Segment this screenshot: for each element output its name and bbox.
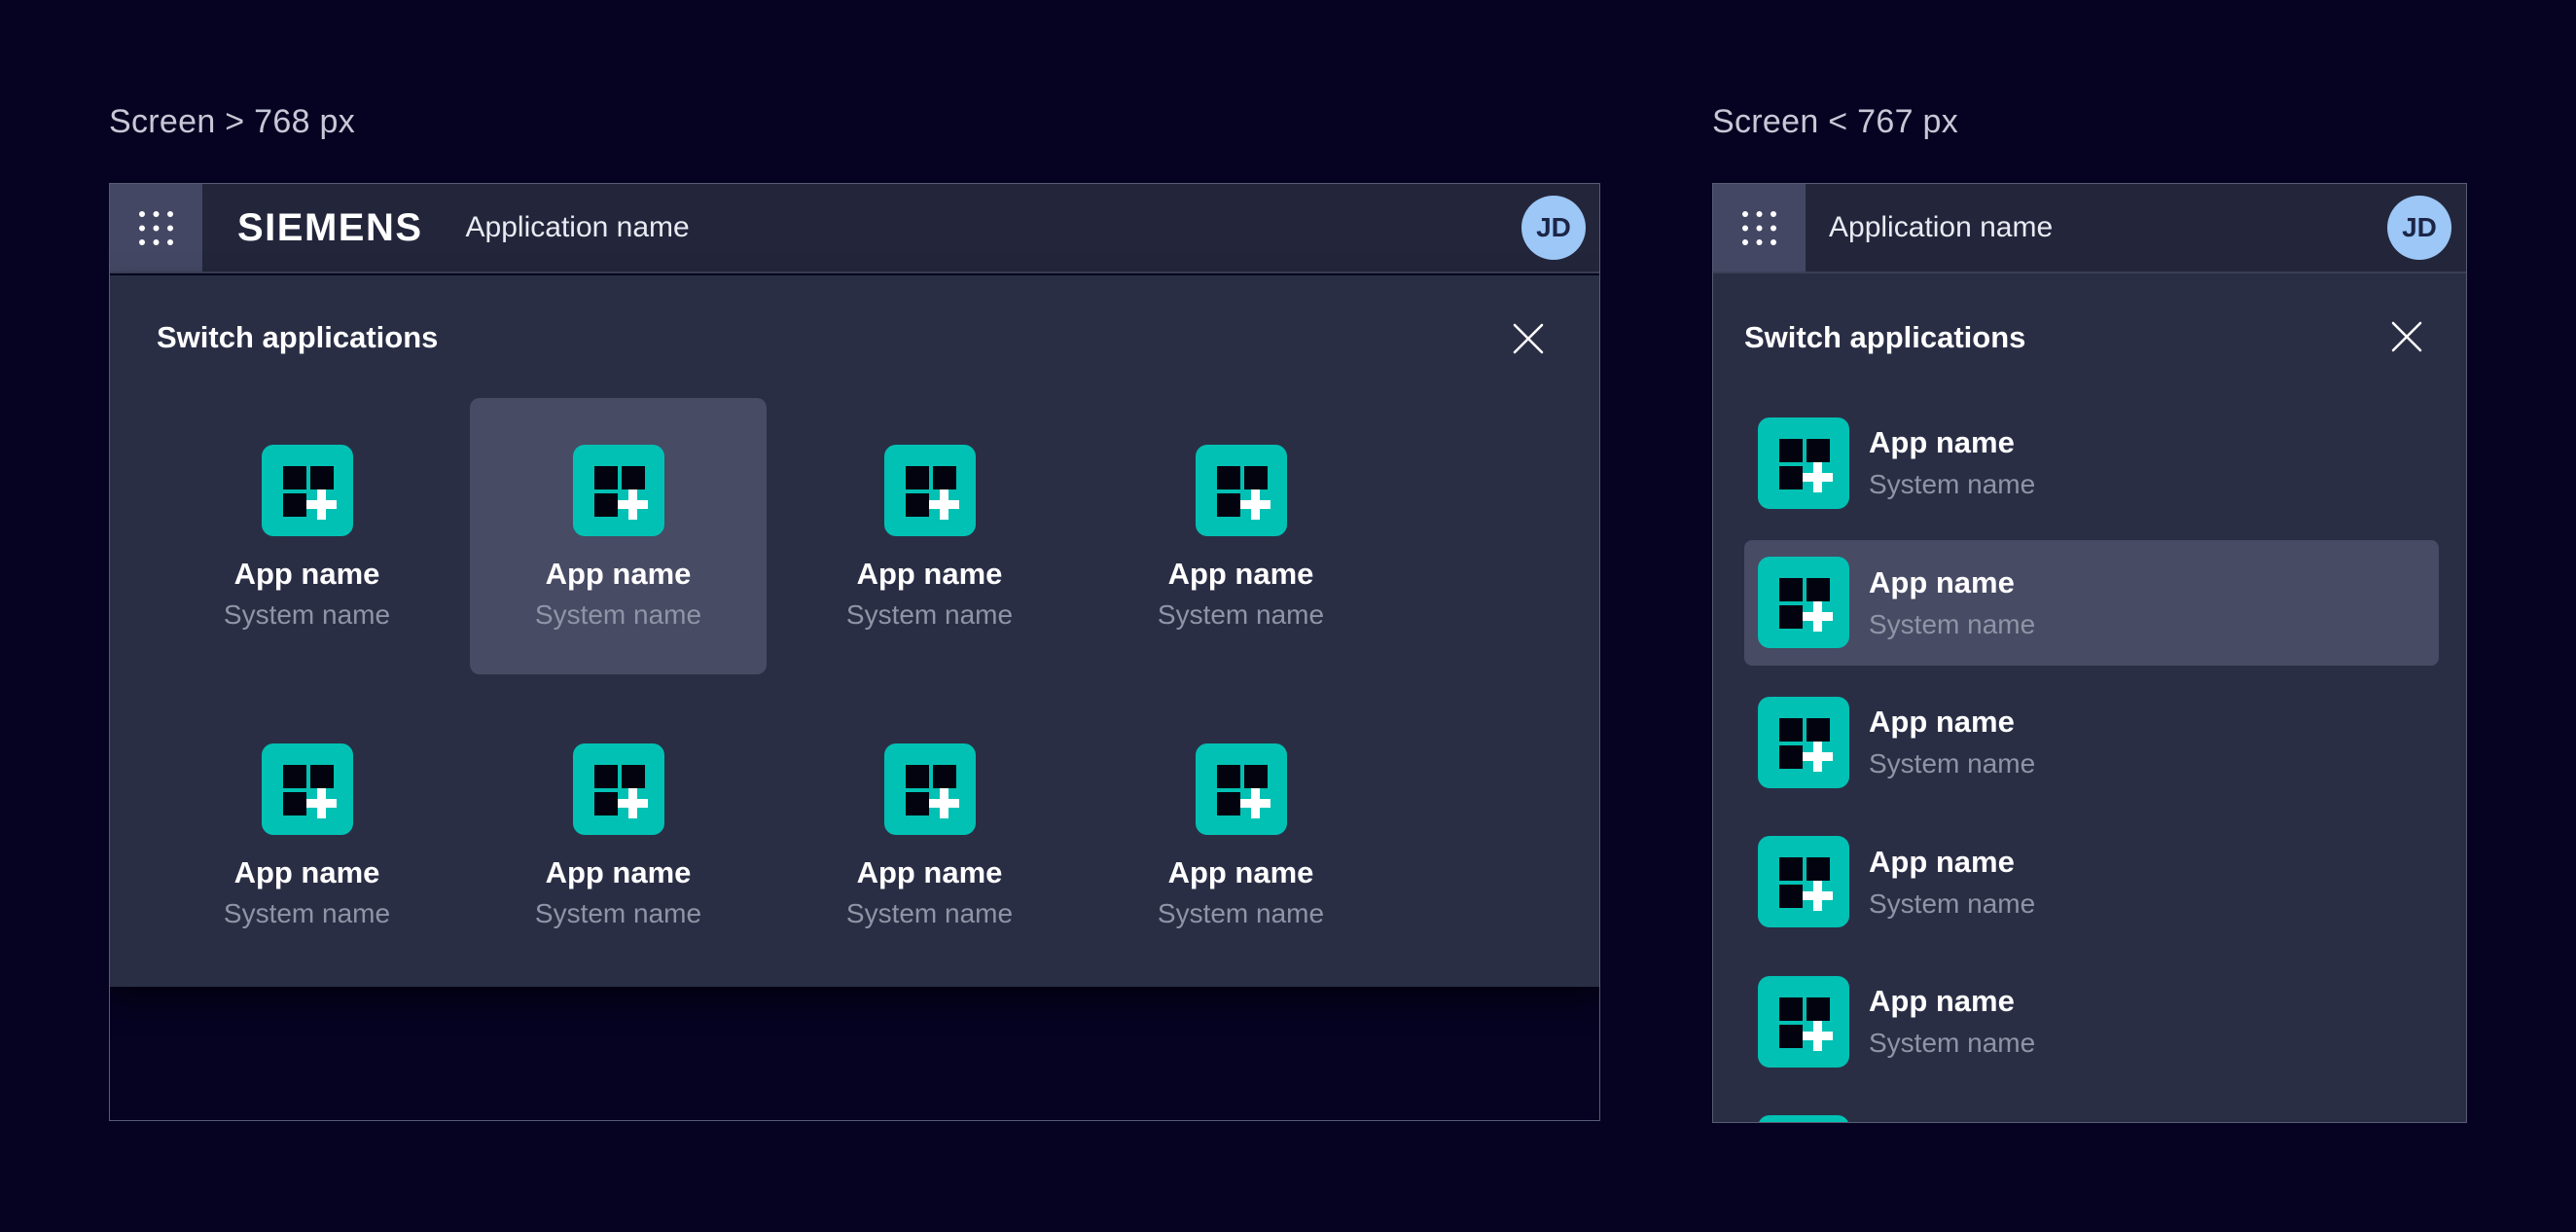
app-list-item[interactable]: App name System name <box>1744 540 2439 666</box>
app-tile-icon <box>573 743 664 835</box>
app-tile-icon <box>1196 743 1287 835</box>
application-title: Application name <box>466 211 690 244</box>
app-name: App name <box>1869 983 2035 1020</box>
user-avatar[interactable]: JD <box>1521 196 1586 260</box>
system-name: System name <box>846 598 1013 632</box>
app-list-item-text: App name System name <box>1869 983 2035 1060</box>
app-tile[interactable]: App name System name <box>1092 398 1389 674</box>
app-list-item-text: App name System name <box>1869 424 2035 501</box>
app-switcher-overlay: Switch applications App name System name… <box>110 275 1599 987</box>
switcher-title: Switch applications <box>1744 320 2025 355</box>
app-list-item[interactable]: App name System name <box>1744 819 2439 945</box>
close-icon <box>2389 319 2424 354</box>
app-list-item[interactable]: App name System name <box>1744 679 2439 805</box>
close-icon <box>1511 321 1546 356</box>
app-tile-icon <box>1758 836 1849 927</box>
system-name: System name <box>224 897 390 930</box>
mobile-frame: Application name JD Switch applications … <box>1712 183 2467 1123</box>
app-name: App name <box>1168 556 1314 593</box>
app-name: App name <box>234 854 380 891</box>
app-name: App name <box>1869 844 2035 881</box>
system-name: System name <box>1869 747 2035 780</box>
close-button[interactable] <box>2388 318 2425 355</box>
app-tile[interactable]: App name System name <box>781 697 1078 973</box>
system-name: System name <box>1869 888 2035 921</box>
mobile-breakpoint-label: Screen < 767 px <box>1712 103 1958 141</box>
app-name: App name <box>1869 564 2035 601</box>
app-name: App name <box>857 854 1003 891</box>
system-name: System name <box>1869 608 2035 641</box>
app-tile[interactable]: App name System name <box>470 398 767 674</box>
app-name: App name <box>1869 704 2035 741</box>
app-list-item[interactable]: App name System name <box>1744 1099 2439 1124</box>
app-tile-icon <box>573 445 664 536</box>
app-name: App name <box>546 556 692 593</box>
app-tile[interactable]: App name System name <box>159 697 455 973</box>
app-tile-icon <box>262 445 353 536</box>
app-name: App name <box>1168 854 1314 891</box>
app-name: App name <box>1869 1123 2035 1124</box>
app-tile[interactable]: App name System name <box>1092 697 1389 973</box>
system-name: System name <box>1869 1027 2035 1060</box>
user-avatar[interactable]: JD <box>2387 196 2451 260</box>
desktop-breakpoint-label: Screen > 768 px <box>109 103 355 141</box>
siemens-logo: SIEMENS <box>237 206 423 250</box>
close-button[interactable] <box>1510 320 1547 357</box>
application-title: Application name <box>1829 211 2053 244</box>
desktop-app-header: SIEMENS Application name JD <box>110 184 1599 273</box>
app-name: App name <box>857 556 1003 593</box>
system-name: System name <box>1869 468 2035 501</box>
app-name: App name <box>234 556 380 593</box>
app-tile-icon <box>1196 445 1287 536</box>
app-tile-icon <box>262 743 353 835</box>
apps-grid-icon <box>1742 211 1776 245</box>
app-tile-icon <box>1758 697 1849 788</box>
app-tile-icon <box>1758 976 1849 1068</box>
app-switcher-button[interactable] <box>110 184 202 272</box>
app-tile-icon <box>884 445 976 536</box>
app-list-item[interactable]: App name System name <box>1744 959 2439 1084</box>
app-list-item-text: App name System name <box>1869 564 2035 641</box>
app-tile[interactable]: App name System name <box>159 398 455 674</box>
switcher-title: Switch applications <box>157 320 438 355</box>
app-tile[interactable]: App name System name <box>781 398 1078 674</box>
app-tile[interactable]: App name System name <box>470 697 767 973</box>
system-name: System name <box>224 598 390 632</box>
app-list-item-text: App name System name <box>1869 1123 2035 1124</box>
mobile-app-header: Application name JD <box>1713 184 2466 273</box>
app-switcher-button[interactable] <box>1713 184 1806 272</box>
app-tile-icon <box>1758 1115 1849 1123</box>
system-name: System name <box>535 598 701 632</box>
app-name: App name <box>546 854 692 891</box>
system-name: System name <box>1158 598 1324 632</box>
app-list-item[interactable]: App name System name <box>1744 400 2439 525</box>
app-list-item-text: App name System name <box>1869 704 2035 780</box>
system-name: System name <box>535 897 701 930</box>
app-tile-icon <box>1758 417 1849 509</box>
desktop-frame: SIEMENS Application name JD Switch appli… <box>109 183 1600 1121</box>
app-tile-icon <box>884 743 976 835</box>
app-list-item-text: App name System name <box>1869 844 2035 921</box>
app-tile-icon <box>1758 557 1849 648</box>
system-name: System name <box>846 897 1013 930</box>
apps-grid-icon <box>139 211 173 245</box>
system-name: System name <box>1158 897 1324 930</box>
app-name: App name <box>1869 424 2035 461</box>
